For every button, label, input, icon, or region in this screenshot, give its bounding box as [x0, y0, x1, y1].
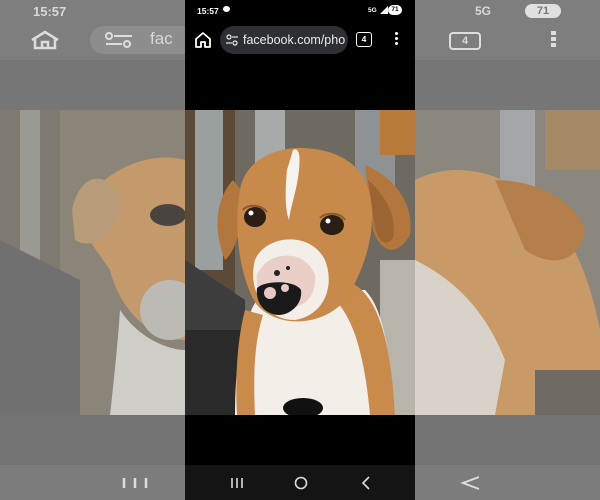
backdrop-left: 15:57 fac: [0, 0, 185, 500]
backdrop-recents-icon: [122, 478, 148, 488]
battery-indicator: 71: [388, 5, 402, 15]
tab-switcher-button[interactable]: 4: [356, 32, 372, 47]
backdrop-more-vert-icon: [551, 31, 556, 47]
network-label: 5G: [368, 7, 377, 14]
backdrop-band-top: [0, 60, 185, 110]
home-circle-icon[interactable]: [291, 473, 311, 493]
phone-screen: 15:57 5G 71 facebook.com/pho 4: [185, 0, 415, 500]
status-bar: 15:57 5G 71: [185, 0, 415, 22]
backdrop-time: 15:57: [33, 4, 67, 19]
backdrop-band-bottom: [0, 415, 185, 465]
backdrop-band-bottom-right: [415, 415, 600, 465]
browser-toolbar: facebook.com/pho 4: [185, 22, 415, 60]
home-icon[interactable]: [193, 30, 213, 50]
status-time: 15:57: [197, 6, 219, 16]
backdrop-tune-icon: [105, 32, 132, 48]
dog-photo-image: [185, 110, 415, 415]
recents-icon[interactable]: [227, 473, 247, 493]
more-vert-icon[interactable]: [392, 31, 400, 47]
backdrop-right: 5G 71 4: [415, 0, 600, 500]
signal-icon: [380, 6, 388, 14]
backdrop-url: fac: [150, 29, 173, 48]
backdrop-top-bar-right: [415, 0, 600, 60]
back-icon[interactable]: [356, 473, 376, 493]
dog-photo[interactable]: [185, 110, 415, 415]
url-text[interactable]: facebook.com/pho: [243, 33, 345, 49]
backdrop-photo-left: [0, 110, 185, 415]
backdrop-back-icon: [460, 476, 480, 490]
backdrop-navbar-right: [415, 465, 600, 500]
backdrop-home-icon: [31, 30, 59, 50]
backdrop-battery: 71: [525, 4, 561, 18]
backdrop-photo-right: [415, 110, 600, 415]
photo-viewer: [185, 60, 415, 465]
address-bar[interactable]: facebook.com/pho: [220, 26, 348, 54]
system-nav-bar: [185, 465, 415, 500]
backdrop-navbar: [0, 465, 185, 500]
tune-icon[interactable]: [226, 34, 238, 46]
backdrop-band-top-right: [415, 60, 600, 110]
message-icon: [223, 6, 230, 12]
backdrop-network: 5G: [475, 4, 492, 18]
backdrop-tab-count: 4: [449, 32, 481, 50]
